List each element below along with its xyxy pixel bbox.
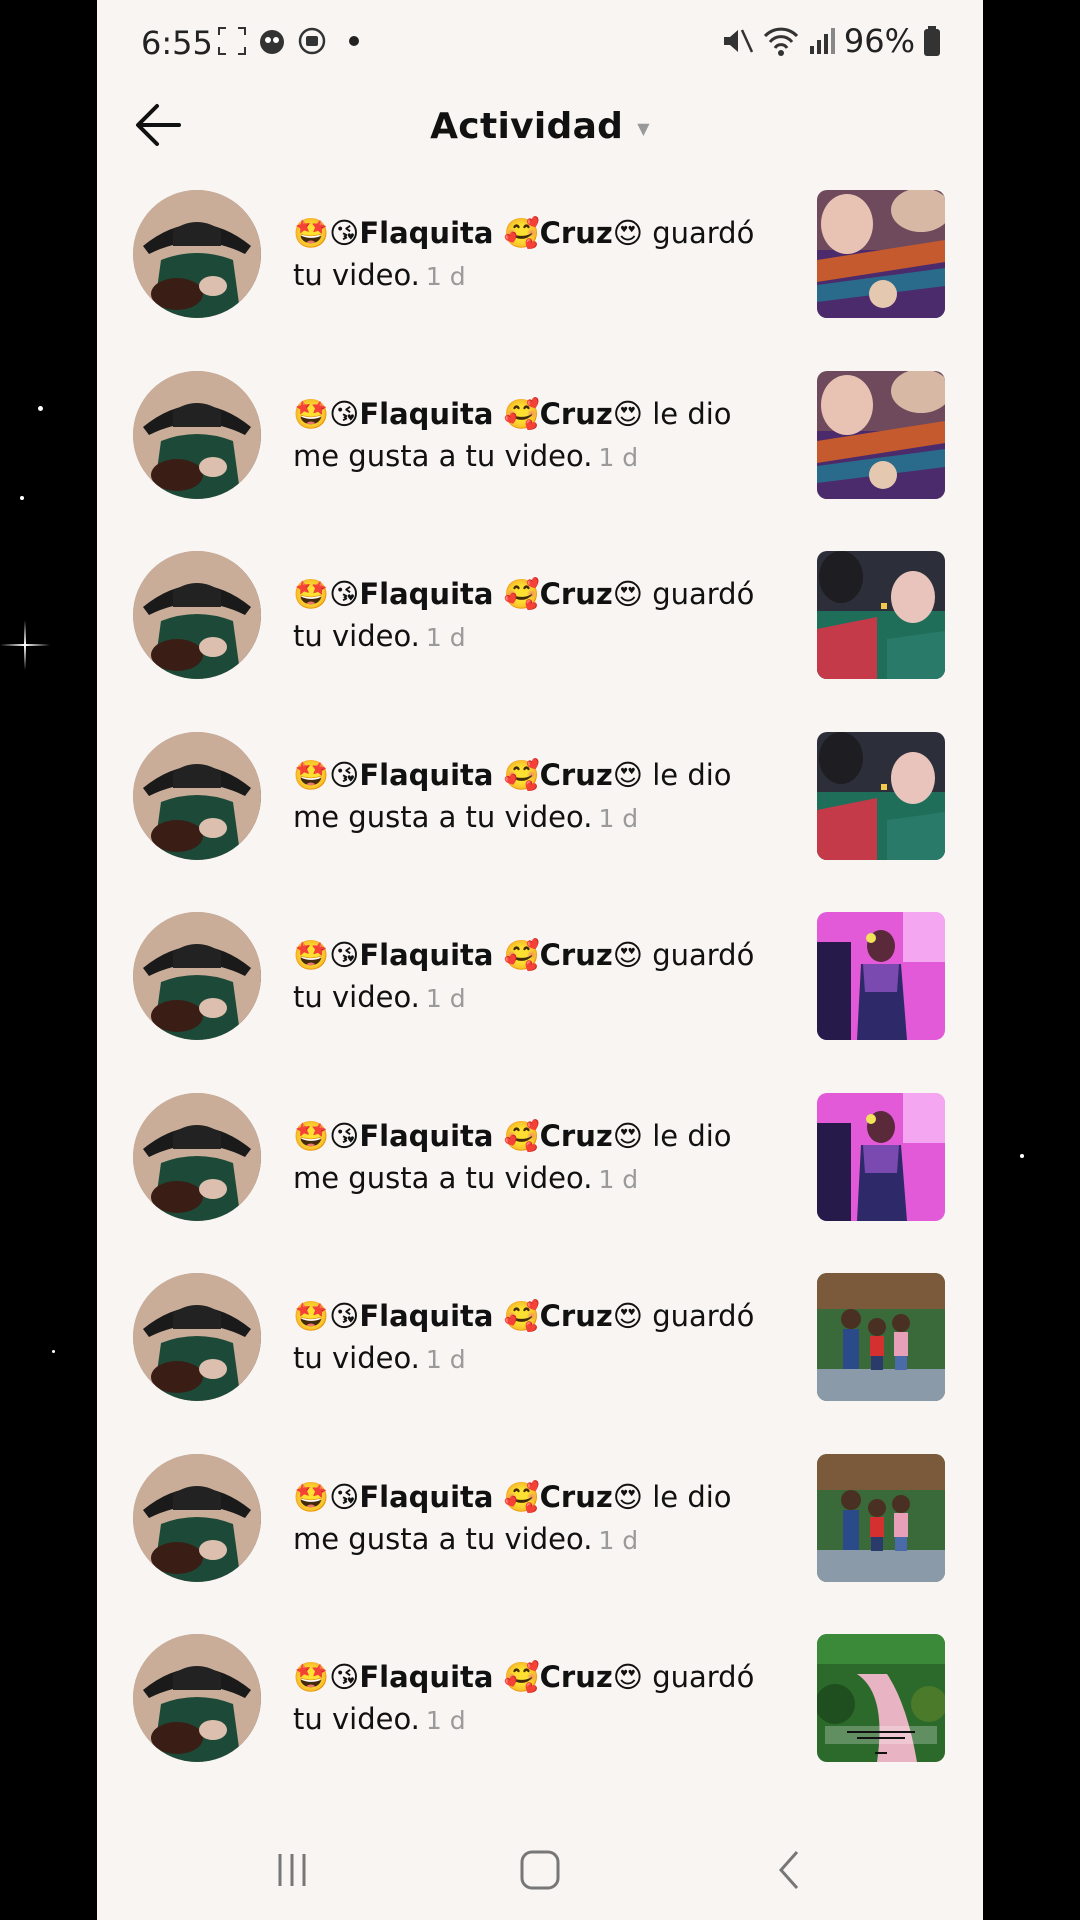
wallpaper-star (1020, 1154, 1024, 1158)
video-thumbnail[interactable] (817, 1092, 945, 1221)
status-time: 6:55 (141, 24, 213, 62)
video-thumbnail[interactable] (817, 1634, 945, 1762)
status-bar: 6:55 96% (97, 0, 983, 90)
battery-level: 96% (843, 22, 915, 60)
activity-list: 🤩😘Flaquita 🥰Cruz😍 guardó tu video. 1 d 🤩😘F… (97, 190, 983, 1815)
user-name[interactable]: 🤩😘Flaquita 🥰Cruz😍 (293, 1660, 643, 1694)
activity-text: 🤩😘Flaquita 🥰Cruz😍 guardó tu video. 1 d (293, 573, 783, 659)
activity-item[interactable]: 🤩😘Flaquita 🥰Cruz😍 guardó tu video. 1 d (97, 1634, 983, 1815)
avatar[interactable] (133, 1092, 261, 1221)
activity-text: 🤩😘Flaquita 🥰Cruz😍 le dio me gusta a tu v… (293, 393, 783, 479)
back-icon[interactable] (759, 1848, 819, 1892)
user-name[interactable]: 🤩😘Flaquita 🥰Cruz😍 (293, 397, 643, 431)
activity-item[interactable]: 🤩😘Flaquita 🥰Cruz😍 guardó tu video. 1 d (97, 190, 983, 371)
avatar[interactable] (133, 912, 261, 1040)
activity-text: 🤩😘Flaquita 🥰Cruz😍 le dio me gusta a tu v… (293, 1115, 783, 1201)
status-right-icons: 96% (720, 22, 941, 60)
avatar[interactable] (133, 1453, 261, 1582)
system-nav-bar (97, 1830, 983, 1920)
user-name[interactable]: 🤩😘Flaquita 🥰Cruz😍 (293, 216, 643, 250)
avatar[interactable] (133, 731, 261, 860)
signal-icon (809, 28, 835, 54)
activity-screen: 6:55 96% Actividad ▼ 🤩😘Flaquita 🥰Cruz😍 g… (97, 0, 983, 1920)
activity-item[interactable]: 🤩😘Flaquita 🥰Cruz😍 guardó tu video. 1 d (97, 1273, 983, 1454)
activity-time: 1 d (425, 1706, 466, 1735)
wallpaper-star (38, 406, 43, 411)
avatar[interactable] (133, 1634, 261, 1762)
status-left-icons (217, 26, 359, 56)
activity-text: 🤩😘Flaquita 🥰Cruz😍 guardó tu video. 1 d (293, 212, 783, 298)
activity-item[interactable]: 🤩😘Flaquita 🥰Cruz😍 le dio me gusta a tu v… (97, 731, 983, 913)
page-title[interactable]: Actividad ▼ (97, 106, 983, 147)
screenshot-icon (218, 27, 246, 55)
activity-item[interactable]: 🤩😘Flaquita 🥰Cruz😍 le dio me gusta a tu v… (97, 370, 983, 552)
header: Actividad ▼ (97, 90, 983, 160)
wallpaper-star (20, 496, 24, 500)
activity-time: 1 d (425, 262, 466, 291)
wifi-icon (763, 27, 798, 56)
home-icon[interactable] (510, 1848, 570, 1892)
video-thumbnail[interactable] (817, 370, 945, 499)
page-title-text: Actividad (430, 106, 624, 147)
avatar[interactable] (133, 551, 261, 679)
video-thumbnail[interactable] (817, 912, 945, 1040)
wallpaper-star (52, 1350, 55, 1353)
activity-item[interactable]: 🤩😘Flaquita 🥰Cruz😍 le dio me gusta a tu v… (97, 1092, 983, 1274)
recents-icon[interactable] (262, 1848, 322, 1892)
video-thumbnail[interactable] (817, 731, 945, 860)
activity-text: 🤩😘Flaquita 🥰Cruz😍 le dio me gusta a tu v… (293, 754, 783, 840)
activity-time: 1 d (425, 623, 466, 652)
video-thumbnail[interactable] (817, 1453, 945, 1582)
mute-icon (723, 29, 754, 53)
activity-time: 1 d (425, 984, 466, 1013)
user-name[interactable]: 🤩😘Flaquita 🥰Cruz😍 (293, 938, 643, 972)
avatar[interactable] (133, 190, 261, 318)
activity-item[interactable]: 🤩😘Flaquita 🥰Cruz😍 guardó tu video. 1 d (97, 551, 983, 732)
activity-text: 🤩😘Flaquita 🥰Cruz😍 guardó tu video. 1 d (293, 1656, 783, 1742)
avatar[interactable] (133, 370, 261, 499)
activity-text: 🤩😘Flaquita 🥰Cruz😍 guardó tu video. 1 d (293, 1295, 783, 1381)
user-name[interactable]: 🤩😘Flaquita 🥰Cruz😍 (293, 1299, 643, 1333)
user-name[interactable]: 🤩😘Flaquita 🥰Cruz😍 (293, 1480, 643, 1514)
user-name[interactable]: 🤩😘Flaquita 🥰Cruz😍 (293, 758, 643, 792)
activity-time: 1 d (598, 803, 639, 833)
media-icon (298, 27, 326, 55)
user-name[interactable]: 🤩😘Flaquita 🥰Cruz😍 (293, 577, 643, 611)
battery-icon (924, 26, 940, 56)
notification-dot (349, 36, 359, 46)
activity-item[interactable]: 🤩😘Flaquita 🥰Cruz😍 guardó tu video. 1 d (97, 912, 983, 1093)
activity-time: 1 d (598, 1164, 639, 1194)
activity-text: 🤩😘Flaquita 🥰Cruz😍 le dio me gusta a tu v… (293, 1476, 783, 1562)
activity-item[interactable]: 🤩😘Flaquita 🥰Cruz😍 le dio me gusta a tu v… (97, 1453, 983, 1635)
user-name[interactable]: 🤩😘Flaquita 🥰Cruz😍 (293, 1119, 643, 1153)
activity-time: 1 d (598, 1525, 639, 1555)
activity-text: 🤩😘Flaquita 🥰Cruz😍 guardó tu video. 1 d (293, 934, 783, 1020)
video-thumbnail[interactable] (817, 551, 945, 679)
wallpaper-sparkle (0, 620, 50, 670)
avatar[interactable] (133, 1273, 261, 1401)
caret-down-icon[interactable]: ▼ (637, 119, 650, 138)
app-icon (260, 30, 284, 54)
activity-time: 1 d (425, 1345, 466, 1374)
video-thumbnail[interactable] (817, 190, 945, 318)
video-thumbnail[interactable] (817, 1273, 945, 1401)
activity-time: 1 d (598, 442, 639, 472)
